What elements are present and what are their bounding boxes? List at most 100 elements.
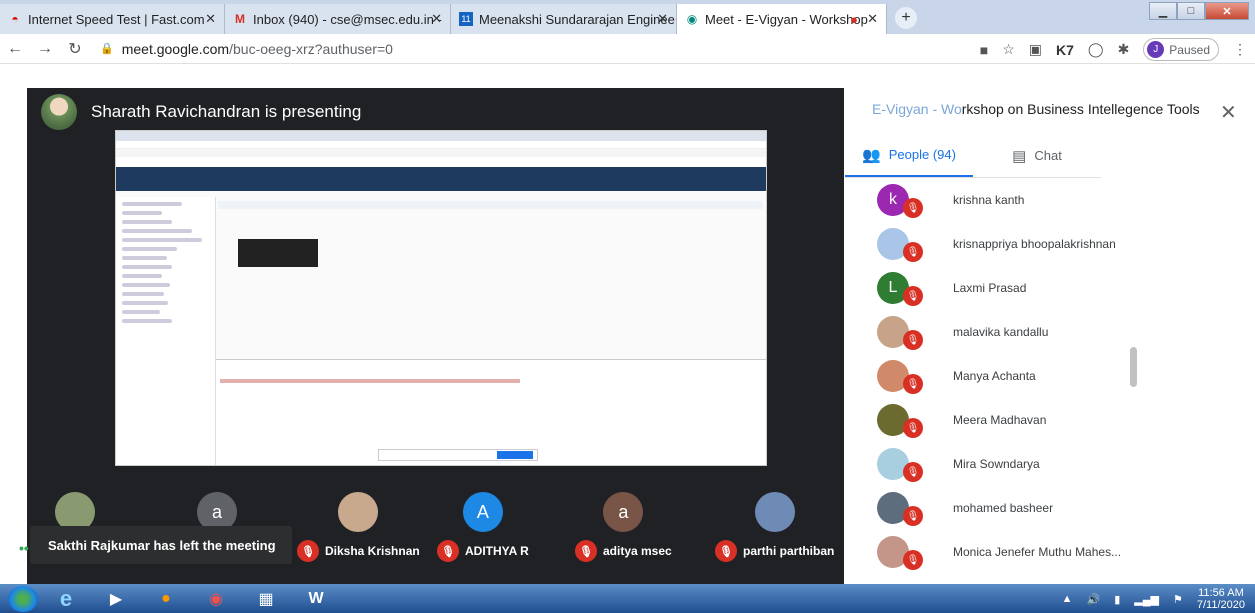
- close-tab-icon[interactable]: ✕: [867, 11, 878, 27]
- presenter-label: Sharath Ravichandran is presenting: [91, 102, 362, 121]
- participant-name: malavika kandallu: [953, 325, 1049, 339]
- network-icon[interactable]: ▮: [1114, 593, 1120, 606]
- profile-button[interactable]: J Paused: [1143, 38, 1219, 61]
- circle-extension-icon[interactable]: ◯: [1088, 41, 1104, 58]
- participant-name: Meera Madhavan: [953, 413, 1047, 427]
- mic-off-icon: 🎙: [903, 418, 923, 438]
- left-meeting-toast: Sakthi Rajkumar has left the meeting: [30, 526, 292, 564]
- list-item[interactable]: k 🎙 krishna kanth: [845, 178, 1101, 222]
- list-item[interactable]: 🎙 malavika kandallu: [845, 310, 1101, 354]
- close-tab-icon[interactable]: ✕: [657, 11, 668, 27]
- participant-tile[interactable]: A 🎙 ADITHYA R: [437, 492, 529, 562]
- meeting-title: E-Vigyan - Workshop on Business Intelleg…: [872, 101, 1200, 117]
- back-icon[interactable]: ←: [0, 40, 30, 58]
- start-button[interactable]: [8, 585, 38, 612]
- participant-name: Manya Achanta: [953, 369, 1036, 383]
- k7-extension-icon[interactable]: K7: [1056, 42, 1074, 58]
- mic-off-icon: 🎙: [575, 540, 597, 562]
- avatar: [338, 492, 379, 532]
- mic-off-icon: 🎙: [903, 506, 923, 526]
- mic-off-icon: 🎙: [903, 550, 923, 570]
- browser-tab-strip: ◓ Internet Speed Test | Fast.com ✕ M Inb…: [0, 0, 1255, 34]
- mic-off-icon: 🎙: [297, 540, 319, 562]
- tray-arrow-icon[interactable]: ▲: [1062, 593, 1073, 605]
- mic-off-icon: 🎙: [437, 540, 459, 562]
- participant-name: Monica Jenefer Muthu Mahes...: [953, 545, 1122, 559]
- participant-tile[interactable]: 🎙 parthi parthiban: [715, 492, 834, 562]
- mic-off-icon: 🎙: [903, 242, 923, 262]
- list-item[interactable]: 🎙 Manya Achanta: [845, 354, 1101, 398]
- firefox-icon[interactable]: ●: [144, 586, 188, 612]
- tab-college[interactable]: 11 Meenakshi Sundararajan Enginee ✕: [451, 4, 677, 34]
- tab-fast[interactable]: ◓ Internet Speed Test | Fast.com ✕: [0, 4, 225, 34]
- clock[interactable]: 11:56 AM 7/11/2020: [1197, 587, 1245, 611]
- participant-name: Diksha Krishnan: [325, 544, 420, 558]
- control-panel-icon[interactable]: ▦: [244, 586, 288, 612]
- participant-name: krishna kanth: [953, 193, 1025, 207]
- more-dots-icon: ••: [19, 540, 29, 556]
- url-field[interactable]: 🔒 meet.google.com/buc-oeeg-xrz?authuser=…: [100, 41, 393, 57]
- url-host: meet.google.com: [121, 40, 230, 57]
- list-item[interactable]: 🎙 Monica Jenefer Muthu Mahes...: [845, 530, 1121, 574]
- avatar: [754, 492, 795, 532]
- list-item[interactable]: 🎙 Meera Madhavan: [845, 398, 1101, 442]
- profile-status: Paused: [1169, 42, 1210, 57]
- word-icon[interactable]: W: [294, 586, 338, 612]
- flag-icon[interactable]: ⚑: [1173, 593, 1183, 606]
- lock-icon: 🔒: [100, 43, 114, 55]
- participant-tile[interactable]: 🎙 Diksha Krishnan: [297, 492, 420, 562]
- shared-screen: [115, 130, 767, 466]
- mic-off-icon: 🎙: [903, 330, 923, 350]
- list-item[interactable]: 🎙 Mira Sowndarya: [845, 442, 1101, 486]
- participant-name: ADITHYA R: [465, 544, 529, 558]
- participant-name: parthi parthiban: [743, 544, 835, 558]
- participant-name: krisnappriya bhoopalakrishnan: [953, 237, 1116, 251]
- mic-off-icon: 🎙: [715, 540, 737, 562]
- gmail-icon: M: [235, 12, 245, 26]
- participant-tile[interactable]: a 🎙 aditya msec: [575, 492, 672, 562]
- tab-title: Meenakshi Sundararajan Enginee: [479, 11, 675, 27]
- list-item[interactable]: 🎙 krisnappriya bhoopalakrishnan: [845, 222, 1116, 266]
- tab-title: Meet - E-Vigyan - Workshop: [705, 11, 868, 27]
- panel-scrollbar[interactable]: [1130, 347, 1137, 387]
- mic-off-icon: 🎙: [903, 374, 923, 394]
- url-path: /buc-oeeg-xrz?authuser=0: [229, 40, 393, 57]
- tab-gmail[interactable]: M Inbox (940) - cse@msec.edu.in - ✕: [225, 4, 451, 34]
- camera-icon[interactable]: ■: [980, 42, 988, 58]
- ie-icon[interactable]: e: [44, 586, 88, 612]
- minimize-icon[interactable]: ▁: [1149, 2, 1177, 20]
- new-tab-button[interactable]: +: [895, 7, 917, 29]
- fast-icon: ◓: [11, 12, 19, 26]
- close-panel-icon[interactable]: ✕: [1220, 100, 1237, 125]
- tab-meet[interactable]: ◉ Meet - E-Vigyan - Workshop ● ✕: [677, 4, 887, 34]
- menu-icon[interactable]: ⋮: [1233, 41, 1247, 58]
- list-item[interactable]: 🎙 mohamed basheer: [845, 486, 1101, 530]
- extension-icon[interactable]: ▣: [1029, 41, 1042, 58]
- close-window-icon[interactable]: ✕: [1205, 2, 1249, 20]
- close-tab-icon[interactable]: ✕: [205, 11, 216, 27]
- reload-icon[interactable]: ↻: [60, 39, 90, 59]
- forward-icon[interactable]: →: [30, 40, 60, 58]
- media-player-icon[interactable]: ▶: [94, 586, 138, 612]
- signal-icon[interactable]: ▂▄▆: [1134, 593, 1159, 606]
- maximize-icon[interactable]: □: [1177, 2, 1205, 20]
- participant-name: aditya msec: [603, 544, 672, 558]
- presenter-avatar: [41, 94, 77, 130]
- avatar: A: [462, 492, 503, 532]
- close-tab-icon[interactable]: ✕: [431, 11, 442, 27]
- star-icon[interactable]: ☆: [1002, 41, 1015, 58]
- college-icon: 11: [459, 12, 473, 26]
- list-item[interactable]: L 🎙 Laxmi Prasad: [845, 266, 1101, 310]
- meet-stage: Sharath Ravichandran is presenting a 🎙 D…: [0, 64, 1255, 590]
- people-icon: 👥: [862, 146, 881, 164]
- volume-icon[interactable]: 🔊: [1087, 593, 1101, 606]
- tab-chat[interactable]: ▤ Chat: [973, 134, 1101, 177]
- chat-icon: ▤: [1012, 147, 1027, 165]
- tab-title: Internet Speed Test | Fast.com: [28, 11, 205, 27]
- chrome-icon[interactable]: ◉: [194, 586, 238, 612]
- mic-off-icon: 🎙: [903, 462, 923, 482]
- windows-taskbar: e ▶ ● ◉ ▦ W ▲ 🔊 ▮ ▂▄▆ ⚑ 11:56 AM 7/11/20…: [0, 584, 1255, 613]
- puzzle-icon[interactable]: ✱: [1118, 41, 1130, 58]
- tab-people[interactable]: 👥 People (94): [845, 134, 973, 177]
- avatar: a: [603, 492, 644, 532]
